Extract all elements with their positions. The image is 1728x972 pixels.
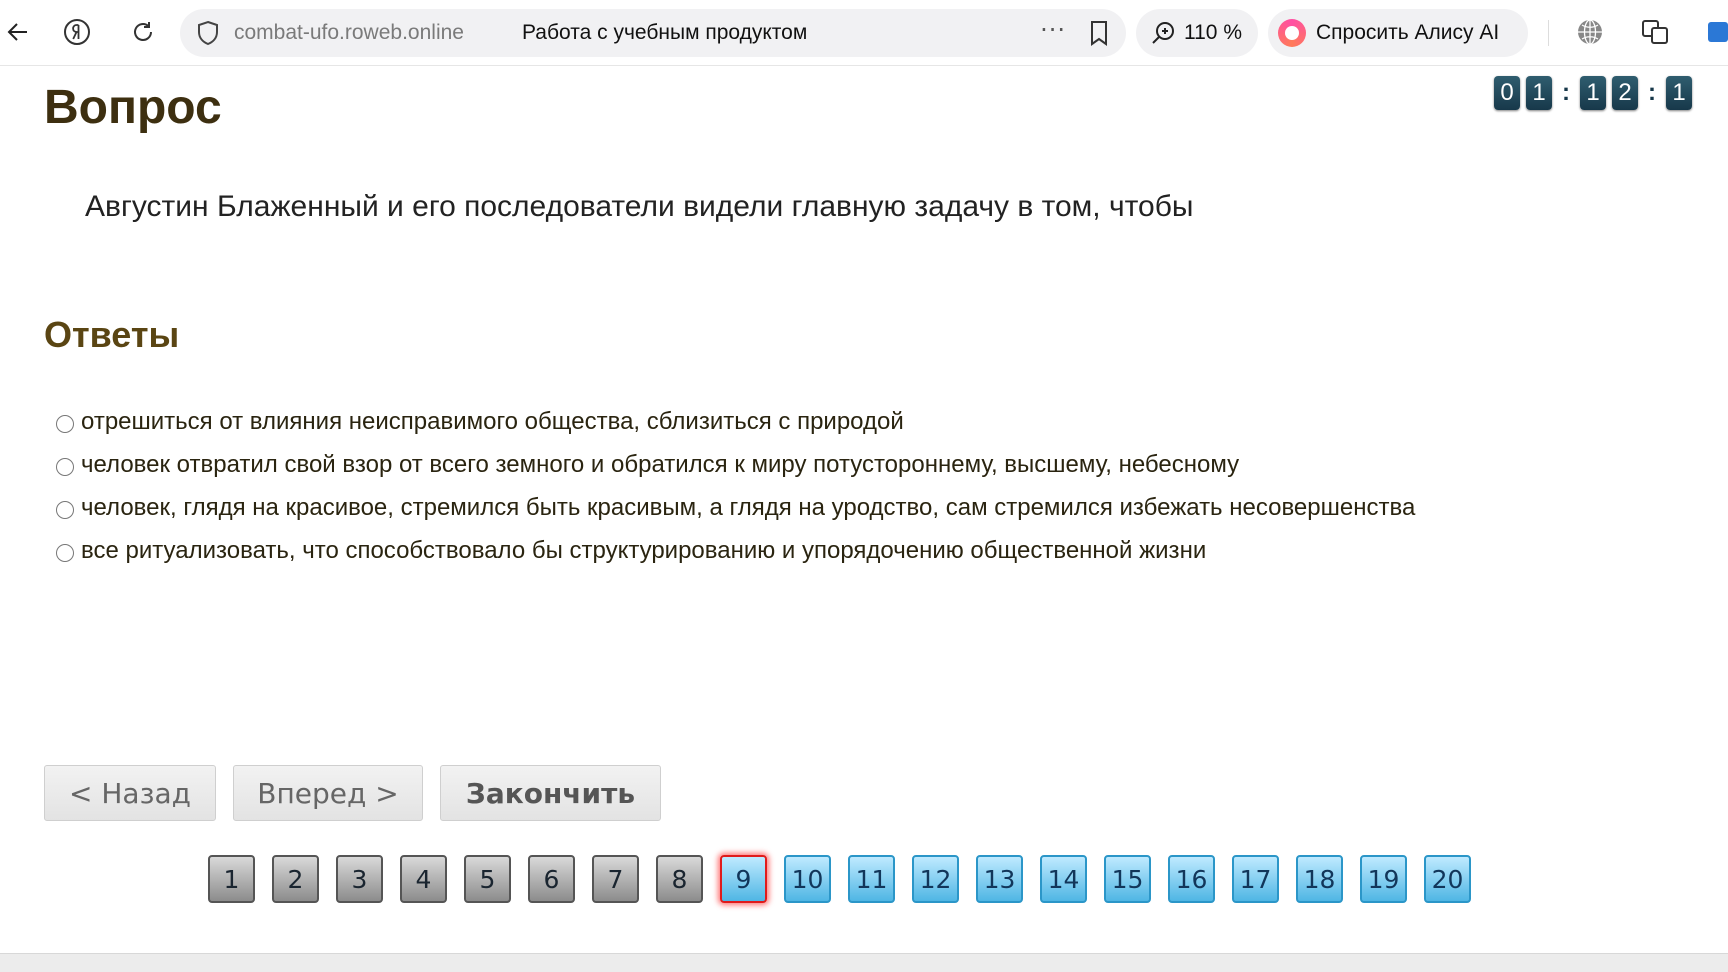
timer-digit: 1 [1666, 76, 1692, 110]
question-pager: 1 2 3 4 5 6 7 8 9 10 11 12 13 14 15 16 17 18 19 20 [208, 855, 1471, 903]
answer-option[interactable]: все ритуализовать, что способствовало бы… [56, 529, 1415, 572]
pager-button[interactable]: 12 [912, 855, 959, 903]
address-bar[interactable]: combat-ufo.roweb.online Работа с учебным… [180, 9, 1126, 57]
back-arrow-icon[interactable] [0, 14, 36, 50]
pager-button[interactable]: 16 [1168, 855, 1215, 903]
answer-label: человек отвратил свой взор от всего земн… [81, 450, 1240, 478]
answer-label: отрешиться от влияния неисправимого обще… [81, 407, 904, 435]
pager-button[interactable]: 11 [848, 855, 895, 903]
timer-separator: : [1562, 79, 1570, 106]
alice-icon [1278, 19, 1306, 47]
timer-separator: : [1648, 79, 1656, 106]
pager-button-current[interactable]: 9 [720, 855, 767, 903]
browser-bottom-bar [0, 953, 1728, 972]
address-page-title: Работа с учебным продуктом [522, 21, 808, 44]
page-title: Вопрос [44, 81, 222, 134]
pager-button[interactable]: 18 [1296, 855, 1343, 903]
answers-heading: Ответы [44, 314, 180, 355]
globe-icon[interactable] [1572, 14, 1608, 50]
zoom-level: 110 % [1184, 21, 1242, 44]
answer-radio[interactable] [56, 544, 74, 562]
more-menu-icon[interactable]: ··· [1040, 16, 1066, 44]
pager-button[interactable]: 10 [784, 855, 831, 903]
zoom-indicator[interactable]: 110 % [1136, 9, 1258, 57]
timer-digit: 1 [1580, 76, 1606, 110]
pager-button[interactable]: 1 [208, 855, 255, 903]
timer-digit: 1 [1526, 76, 1552, 110]
pager-button[interactable]: 4 [400, 855, 447, 903]
extension-icon[interactable] [1700, 14, 1728, 50]
answer-radio[interactable] [56, 501, 74, 519]
ask-alice-label: Спросить Алису AI [1316, 21, 1500, 44]
shield-icon[interactable] [194, 19, 222, 47]
answer-radio[interactable] [56, 415, 74, 433]
answer-label: человек, глядя на красивое, стремился бы… [81, 493, 1416, 521]
bookmark-icon[interactable] [1086, 19, 1112, 47]
pager-button[interactable]: 13 [976, 855, 1023, 903]
pager-button[interactable]: 7 [592, 855, 639, 903]
pager-button[interactable]: 6 [528, 855, 575, 903]
countdown-timer: 0 1 : 1 2 : 1 [1494, 76, 1692, 110]
answer-option[interactable]: человек, глядя на красивое, стремился бы… [56, 486, 1415, 529]
finish-button[interactable]: Закончить [440, 765, 661, 821]
pager-button[interactable]: 19 [1360, 855, 1407, 903]
pager-button[interactable]: 8 [656, 855, 703, 903]
answer-list: отрешиться от влияния неисправимого обще… [56, 400, 1415, 572]
answer-option[interactable]: человек отвратил свой взор от всего земн… [56, 443, 1415, 486]
address-domain: combat-ufo.roweb.online [234, 21, 464, 44]
pager-button[interactable]: 20 [1424, 855, 1471, 903]
toolbar-divider [1548, 20, 1549, 46]
question-text: Августин Блаженный и его последователи в… [85, 190, 1194, 223]
pager-button[interactable]: 5 [464, 855, 511, 903]
zoom-magnifier-icon [1152, 22, 1174, 44]
answer-radio[interactable] [56, 458, 74, 476]
reload-icon[interactable] [125, 14, 161, 50]
answer-option[interactable]: отрешиться от влияния неисправимого обще… [56, 400, 1415, 443]
pager-button[interactable]: 14 [1040, 855, 1087, 903]
yandex-logo-icon[interactable] [59, 14, 95, 50]
timer-digit: 0 [1494, 76, 1520, 110]
timer-digit: 2 [1612, 76, 1638, 110]
pager-button[interactable]: 17 [1232, 855, 1279, 903]
pager-button[interactable]: 2 [272, 855, 319, 903]
translate-icon[interactable] [1637, 14, 1673, 50]
back-button[interactable]: < Назад [44, 765, 216, 821]
next-button[interactable]: Вперед > [233, 765, 423, 821]
answer-label: все ритуализовать, что способствовало бы… [81, 536, 1207, 564]
pager-button[interactable]: 15 [1104, 855, 1151, 903]
ask-alice-button[interactable]: Спросить Алису AI [1268, 9, 1528, 57]
pager-button[interactable]: 3 [336, 855, 383, 903]
browser-toolbar: combat-ufo.roweb.online Работа с учебным… [0, 0, 1728, 66]
